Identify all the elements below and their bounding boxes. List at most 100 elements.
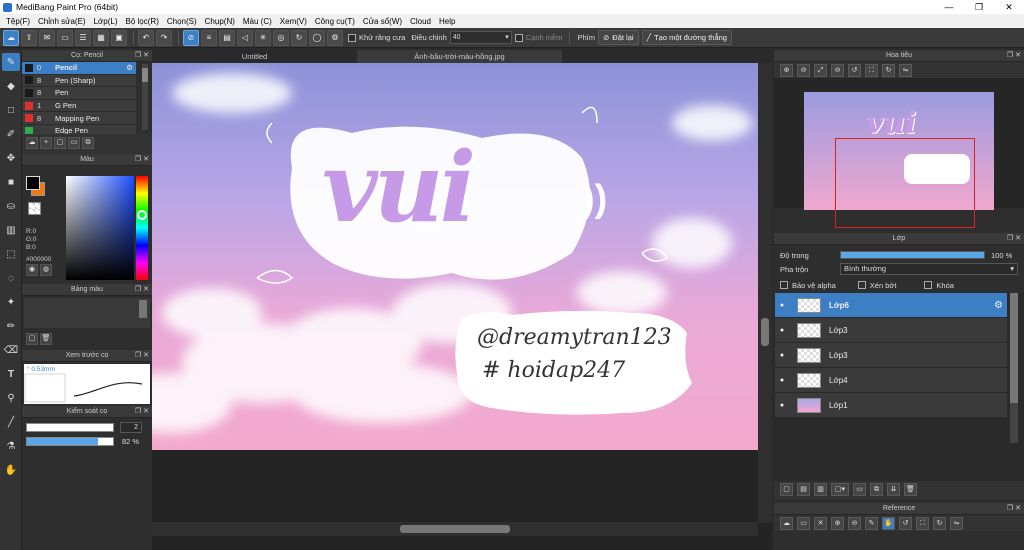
shape-tool-icon[interactable]: ■ [2,173,20,191]
delete-palette-icon[interactable]: 🗑 [40,333,52,345]
menu-item[interactable]: Cloud [406,17,435,26]
visibility-icon[interactable]: ● [775,302,789,309]
layer-row[interactable]: ● Lớp6 ⚙ [775,293,1007,318]
brush-tool-icon[interactable]: ✎ [2,53,20,71]
lock-checkbox[interactable]: Khóa [924,281,954,290]
select-tool-icon[interactable]: ⬚ [2,245,20,263]
visibility-icon[interactable]: ● [775,327,789,334]
new-brush-icon[interactable]: ▢ [54,137,66,149]
add-brush-icon[interactable]: + [40,137,52,149]
reference-rotate-right-icon[interactable]: ↻ [933,517,946,530]
dot-tool-icon[interactable]: □ [2,101,20,119]
adjust-dropdown[interactable]: 40 [449,31,512,44]
panel-controls-icon[interactable]: ❐ ✕ [135,50,149,62]
hscroll-thumb[interactable] [400,525,510,533]
reference-flip-icon[interactable]: ⇋ [950,517,963,530]
close-reference-icon[interactable]: ✕ [814,517,827,530]
brush-item[interactable]: 0 Pencil ⚙ [22,62,136,75]
menu-item[interactable]: Cửa sổ(W) [359,17,406,26]
ellipse-snap-icon[interactable]: ◯ [309,29,325,46]
transparent-swatch[interactable] [28,202,41,215]
brush-opacity-slider[interactable] [26,437,114,446]
redo-icon[interactable]: ↷ [156,29,172,46]
comment-icon[interactable]: ▭ [57,29,73,46]
hue-handle[interactable] [137,210,147,220]
edit-tool-icon[interactable]: ✐ [2,125,20,143]
maximize-button[interactable]: ❐ [964,0,994,14]
rotate-left-icon[interactable]: ↺ [848,64,861,77]
lasso-tool-icon[interactable]: ◌ [2,269,20,287]
brush-settings-icon[interactable]: ⚙ [126,63,133,72]
panel-controls-icon[interactable]: ❐ ✕ [1007,503,1021,515]
zoom-out-icon[interactable]: ⊖ [797,64,810,77]
clipping-checkbox[interactable]: Xén bớt [857,281,896,290]
move-tool-icon[interactable]: ✥ [2,149,20,167]
select-pen-tool-icon[interactable]: ✏ [2,317,20,335]
menu-item[interactable]: Lớp(L) [90,17,122,26]
layer-opacity-slider[interactable] [840,251,985,259]
menu-item[interactable]: Chụp(N) [201,17,239,26]
snap-off-icon[interactable]: ⊘ [183,29,199,46]
cloud-reference-icon[interactable]: ☁ [780,517,793,530]
layer-row[interactable]: ● Lớp1 [775,393,1007,418]
new-palette-icon[interactable]: ▢ [26,333,38,345]
fit-icon[interactable]: ⤢ [814,64,827,77]
palette-mix-icon[interactable]: ◍ [40,264,52,276]
parallel-snap-icon[interactable]: ≡ [201,29,217,46]
reference-eyedropper-icon[interactable]: ✎ [865,517,878,530]
cloud-brush-icon[interactable]: ☁ [26,137,38,149]
layer-row[interactable]: ● Lớp3 [775,343,1007,368]
reference-zoom-in-icon[interactable]: ⊕ [831,517,844,530]
vscroll-thumb[interactable] [761,318,769,346]
chat-icon[interactable]: ✉ [39,29,55,46]
brush-item[interactable]: Edge Pen [22,124,136,134]
magic-wand-tool-icon[interactable]: ✦ [2,293,20,311]
brush-size-slider[interactable] [26,423,114,432]
menu-item[interactable]: Chọn(S) [163,17,201,26]
navigator-preview[interactable]: vui [774,78,1024,228]
brush-item[interactable]: 8 Pen [22,87,136,100]
copy-icon[interactable]: ⧉ [82,137,94,149]
visibility-icon[interactable]: ● [775,352,789,359]
rotate-right-icon[interactable]: ↻ [882,64,895,77]
panel-controls-icon[interactable]: ❐ ✕ [135,284,149,296]
canvas-vscroll[interactable] [758,63,772,523]
circle-snap-icon[interactable]: ◎ [273,29,289,46]
panel-controls-icon[interactable]: ❐ ✕ [135,154,149,166]
foreground-color-swatch[interactable] [26,176,40,190]
new-halftone-layer-icon[interactable]: ▤ [797,483,810,496]
palette-scrollbar[interactable] [139,300,147,318]
panel-controls-icon[interactable]: ❐ ✕ [1007,50,1021,62]
menu-item[interactable]: Màu (C) [239,17,276,26]
tab-sky-image[interactable]: Ảnh-bầu-trời-màu-hồng.jpg [357,50,562,63]
select-eraser-tool-icon[interactable]: ⌫ [2,341,20,359]
visibility-icon[interactable]: ● [775,402,789,409]
fullscreen-icon[interactable]: ⛶ [865,64,878,77]
reference-hand-icon[interactable]: ✋ [882,517,895,530]
layer-row[interactable]: ● Lớp4 [775,368,1007,393]
radial-snap-icon[interactable]: ✳ [255,29,271,46]
brush-item[interactable]: 8 Mapping Pen [22,112,136,125]
text-tool-icon[interactable]: T [2,365,20,383]
saturation-value-picker[interactable] [66,176,134,280]
divide-tool-icon[interactable]: ╱ [2,413,20,431]
gradient-tool-icon[interactable]: ▥ [2,221,20,239]
fill-tool-icon[interactable]: ⛀ [2,197,20,215]
palette-area[interactable] [24,298,150,328]
operation-tool-icon[interactable]: ⚲ [2,389,20,407]
blend-mode-dropdown[interactable]: Bình thường ▾ [840,263,1018,275]
snap-icon[interactable]: ▣ [111,29,127,46]
menu-item[interactable]: Xem(V) [276,17,311,26]
navigator-viewport[interactable] [835,138,975,228]
reference-rotate-icon[interactable]: ↺ [899,517,912,530]
canvas-image[interactable]: vui )) @dreamytran123 # hoidap247 [152,63,758,450]
brush-item[interactable]: 8 Pen (Sharp) [22,74,136,88]
new-line-button[interactable]: ╱ Tạo một đường thẳng [641,30,732,45]
panel-controls-icon[interactable]: ❐ ✕ [135,406,149,418]
folder-icon[interactable]: ▭ [68,137,80,149]
eraser-tool-icon[interactable]: ◆ [2,77,20,95]
smooth-edge-checkbox[interactable] [514,33,523,42]
menu-item[interactable]: Tệp(F) [2,17,34,26]
palette-wheel-icon[interactable]: ◉ [26,264,38,276]
layer-row[interactable]: ● Lớp3 [775,318,1007,343]
